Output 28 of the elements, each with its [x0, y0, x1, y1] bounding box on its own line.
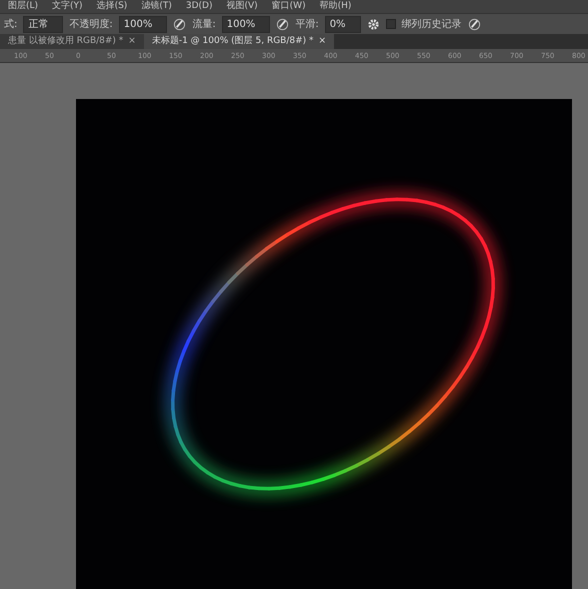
menu-item[interactable]: 图层(L)	[8, 0, 38, 13]
option-label: 不透明度:	[69, 18, 113, 32]
document-tab[interactable]: 未标题-1 @ 100% (图层 5, RGB/8#) * ×	[144, 34, 334, 49]
option-label: 流量:	[192, 18, 216, 32]
checkbox[interactable]	[386, 19, 396, 29]
menu-item[interactable]: 文字(Y)	[52, 0, 83, 13]
menu-item[interactable]: 帮助(H)	[320, 0, 352, 13]
dropdown-field[interactable]: 100%	[118, 16, 168, 32]
menu-item[interactable]: 窗口(W)	[272, 0, 306, 13]
menu-item[interactable]: 滤镜(T)	[141, 0, 172, 13]
pressure-pen-icon[interactable]	[468, 18, 481, 30]
menu-item[interactable]: 视图(V)	[226, 0, 258, 13]
close-icon[interactable]: ×	[318, 34, 326, 49]
menu-item[interactable]: 3D(D)	[186, 0, 212, 13]
dropdown-field[interactable]: 0%	[324, 16, 361, 32]
document-tab[interactable]: 患量 以被修改用 RGB/8#) * ×	[0, 34, 144, 49]
option-label: 平滑:	[295, 18, 319, 32]
dropdown-field[interactable]: 100%	[222, 16, 270, 32]
dropdown-field[interactable]: 正常	[23, 16, 64, 32]
settings-icon[interactable]	[366, 18, 380, 30]
close-icon[interactable]: ×	[128, 34, 136, 49]
tab-label[interactable]: 患量 以被修改用 RGB/8#) *	[8, 34, 124, 49]
option-label: 式:	[4, 18, 18, 32]
menu-item[interactable]: 选择(S)	[96, 0, 128, 13]
airbrush-pen-icon[interactable]	[276, 18, 290, 30]
option-label: 绑列历史记录	[402, 18, 462, 32]
tab-label[interactable]: 未标题-1 @ 100% (图层 5, RGB/8#) *	[152, 34, 314, 49]
pressure-pen-icon[interactable]	[173, 18, 186, 30]
